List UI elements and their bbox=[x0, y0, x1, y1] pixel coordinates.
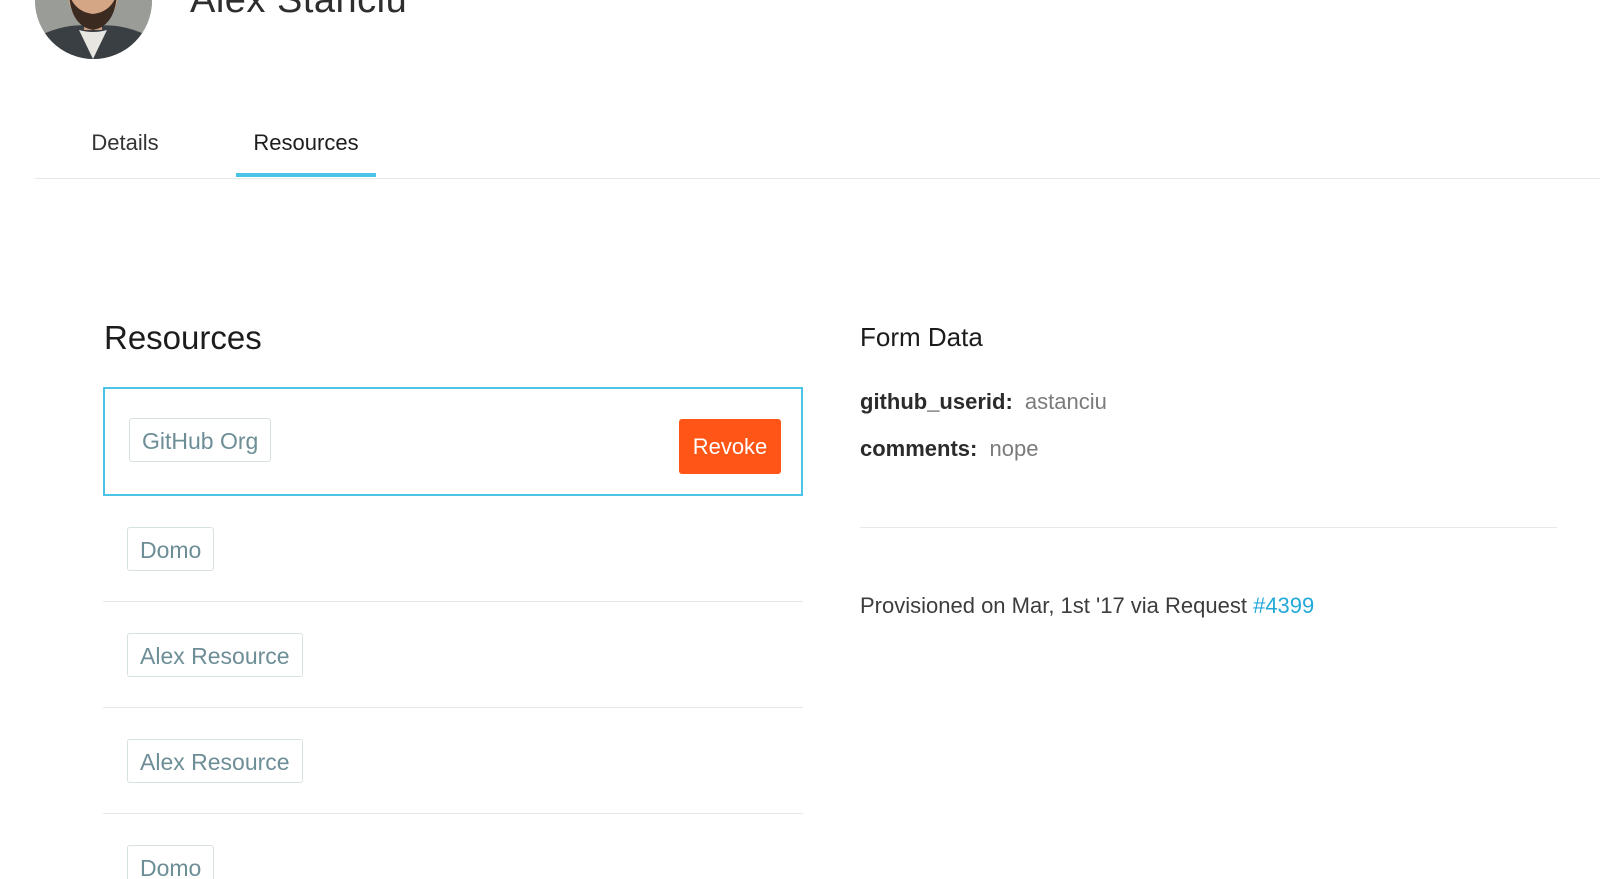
user-name: Alex Stanciu bbox=[190, 0, 408, 21]
resource-row[interactable]: Domo bbox=[103, 814, 803, 879]
tab-details[interactable]: Details bbox=[88, 120, 162, 175]
tab-bar: Details Resources bbox=[35, 120, 1600, 179]
divider bbox=[860, 527, 1557, 528]
request-link[interactable]: #4399 bbox=[1253, 593, 1314, 618]
resource-tag[interactable]: GitHub Org bbox=[129, 418, 272, 462]
resource-tag[interactable]: Domo bbox=[127, 845, 215, 879]
resource-row[interactable]: Alex Resource bbox=[103, 602, 803, 708]
field-value: astanciu bbox=[1024, 389, 1107, 414]
provisioned-info: Provisioned on Mar, 1st '17 via Request … bbox=[860, 591, 1314, 621]
field-key: github_userid: bbox=[860, 389, 1013, 414]
resource-row[interactable]: Alex Resource bbox=[103, 708, 803, 814]
form-field-github-userid: github_userid: astanciu bbox=[860, 387, 1107, 417]
resource-tag[interactable]: Alex Resource bbox=[127, 633, 303, 677]
resources-title: Resources bbox=[104, 319, 262, 356]
resource-row[interactable]: Domo bbox=[103, 496, 803, 602]
resource-tag[interactable]: Alex Resource bbox=[127, 739, 303, 783]
avatar bbox=[35, 0, 152, 59]
resource-list: GitHub Org Revoke Domo Alex Resource Ale… bbox=[103, 387, 803, 879]
resource-tag[interactable]: Domo bbox=[127, 527, 215, 571]
form-field-comments: comments: nope bbox=[860, 434, 1038, 464]
tab-resources[interactable]: Resources bbox=[236, 120, 376, 177]
revoke-button[interactable]: Revoke bbox=[679, 419, 781, 474]
provisioned-text: Provisioned on Mar, 1st '17 via Request bbox=[860, 593, 1254, 618]
form-data-title: Form Data bbox=[860, 322, 983, 352]
field-key: comments: bbox=[860, 436, 978, 461]
resource-row[interactable]: GitHub Org Revoke bbox=[103, 387, 803, 496]
field-value: nope bbox=[989, 436, 1039, 461]
user-resources-page: Alex Stanciu Details Resources Resources… bbox=[0, 0, 1600, 879]
